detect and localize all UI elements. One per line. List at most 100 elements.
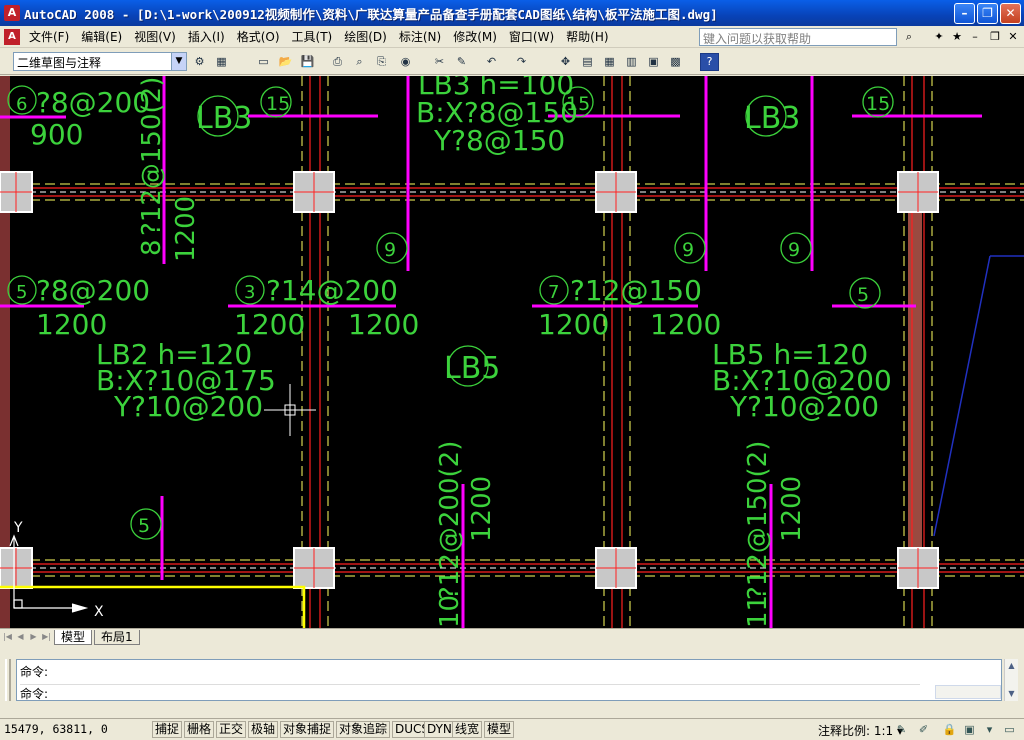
autoscale-icon[interactable]: ✐ xyxy=(916,722,931,737)
label-n9c: 9 xyxy=(788,239,800,261)
undo-icon[interactable]: ↶ xyxy=(482,53,501,71)
menu-edit[interactable]: 编辑(E) xyxy=(75,28,128,45)
gear-icon[interactable]: ⚙ xyxy=(190,53,209,71)
menu-window[interactable]: 窗口(W) xyxy=(503,28,560,45)
label-v8len: 1200 xyxy=(171,196,201,262)
toggle-polar[interactable]: 极轴 xyxy=(248,721,279,738)
close-icon[interactable]: ✕ xyxy=(1000,3,1021,24)
menu-file[interactable]: 文件(F) xyxy=(23,28,75,45)
toggle-ortho[interactable]: 正交 xyxy=(216,721,247,738)
help-search-input[interactable]: 键入问题以获取帮助 xyxy=(699,28,897,46)
coordinate-readout: 15479, 63811, 0 xyxy=(4,722,108,736)
toggle-dyn[interactable]: DYN xyxy=(424,721,455,738)
save-icon[interactable]: 💾 xyxy=(298,53,317,71)
publish-icon[interactable]: ⎘ xyxy=(372,53,391,71)
horizontal-scrollbar[interactable] xyxy=(935,685,1001,699)
toggle-snap[interactable]: 捕捉 xyxy=(152,721,183,738)
tab-layout1[interactable]: 布局1 xyxy=(94,630,140,645)
label-span900: 900 xyxy=(30,118,83,151)
doc-restore-icon[interactable]: ❐ xyxy=(986,29,1004,45)
autocad-app-icon[interactable]: A xyxy=(4,5,20,21)
command-line-1: 命令: xyxy=(20,665,49,679)
clean-screen-icon[interactable]: ▭ xyxy=(1002,722,1017,737)
new-icon[interactable]: ▭ xyxy=(254,53,273,71)
drawing-canvas[interactable]: 6 ?8@200 900 LB3 15 LB3 h=100 B:X?8@150 … xyxy=(0,76,1024,628)
communication-icon[interactable]: ✦ xyxy=(930,29,948,45)
label-v11len: 1200 xyxy=(777,476,807,542)
favorites-icon[interactable]: ★ xyxy=(948,29,966,45)
menu-insert[interactable]: 插入(I) xyxy=(182,28,231,45)
menu-format[interactable]: 格式(O) xyxy=(231,28,286,45)
label-lb3a: LB3 xyxy=(196,101,252,136)
minimize-icon[interactable]: – xyxy=(954,3,975,24)
chevron-down-icon[interactable]: ▼ xyxy=(171,53,186,70)
status-bar: 15479, 63811, 0 捕捉 栅格 正交 极轴 对象捕捉 对象追踪 DU… xyxy=(0,718,1024,740)
cut-icon[interactable]: ✂ xyxy=(430,53,449,71)
sheetset-icon[interactable]: ▣ xyxy=(644,53,663,71)
annotation-scale-label: 注释比例: xyxy=(818,724,871,738)
last-tab-icon[interactable]: ▶| xyxy=(41,630,52,643)
toggle-lineweight[interactable]: 线宽 xyxy=(452,721,483,738)
label-lb3b: LB3 xyxy=(744,101,800,136)
command-scrollbar[interactable]: ▲ ▼ xyxy=(1004,659,1018,701)
annotation-scale[interactable]: 注释比例: 1:1 ▾ xyxy=(818,722,903,739)
command-history[interactable]: 命令: 命令: xyxy=(16,659,1002,701)
label-len3b: 1200 xyxy=(348,308,419,341)
properties-icon[interactable]: ▤ xyxy=(578,53,597,71)
title-bar: A AutoCAD 2008 - [D:\1-work\200912视频制作\资… xyxy=(0,0,1024,26)
menu-tools[interactable]: 工具(T) xyxy=(286,28,339,45)
redo-icon[interactable]: ↷ xyxy=(512,53,531,71)
command-input[interactable]: 命令: xyxy=(20,684,920,702)
toolbar-icon[interactable]: ▦ xyxy=(212,53,231,71)
designcenter-icon[interactable]: ▦ xyxy=(600,53,619,71)
search-icon[interactable]: ⌕ xyxy=(900,29,918,45)
plot-icon[interactable]: ⎙ xyxy=(328,53,347,71)
scroll-up-icon[interactable]: ▲ xyxy=(1005,659,1018,673)
toggle-osnap[interactable]: 对象捕捉 xyxy=(280,721,335,738)
workspace-select[interactable]: 二维草图与注释 ▼ xyxy=(13,52,187,71)
tab-model[interactable]: 模型 xyxy=(54,630,93,645)
drawing-svg: 6 ?8@200 900 LB3 15 LB3 h=100 B:X?8@150 … xyxy=(0,76,1024,628)
label-v11rebar: ?12@150(2) xyxy=(743,441,773,600)
toolpalette-icon[interactable]: ▥ xyxy=(622,53,641,71)
first-tab-icon[interactable]: |◀ xyxy=(2,630,13,643)
label-n5a: 5 xyxy=(16,282,27,303)
layout-tabs-bar: |◀ ◀ ▶ ▶| 模型 布局1 xyxy=(0,628,1024,645)
blue-line xyxy=(933,255,991,537)
label-n6: 6 xyxy=(16,94,27,115)
preview-icon[interactable]: ⌕ xyxy=(350,53,369,71)
3d-icon[interactable]: ◉ xyxy=(396,53,415,71)
annotation-visibility-icon[interactable]: ✎ xyxy=(894,722,909,737)
wall-strip-left xyxy=(0,76,10,628)
status-tray-icon[interactable]: ▣ xyxy=(962,722,977,737)
label-rebar7: ?12@150 xyxy=(570,274,702,307)
menu-dimension[interactable]: 标注(N) xyxy=(393,28,447,45)
tray-menu-icon[interactable]: ▾ xyxy=(982,722,997,737)
restore-icon[interactable]: ❐ xyxy=(977,3,998,24)
prev-tab-icon[interactable]: ◀ xyxy=(15,630,26,643)
menu-help[interactable]: 帮助(H) xyxy=(560,28,614,45)
command-grip[interactable] xyxy=(5,659,11,701)
label-n15c: 15 xyxy=(866,93,890,115)
scroll-down-icon[interactable]: ▼ xyxy=(1005,687,1018,701)
toggle-model[interactable]: 模型 xyxy=(484,721,515,738)
calculator-icon[interactable]: ▩ xyxy=(666,53,685,71)
workspace-value: 二维草图与注释 xyxy=(17,56,102,70)
help-icon[interactable]: ? xyxy=(700,53,719,71)
label-n7: 7 xyxy=(548,282,559,303)
label-lb2y: Y?10@200 xyxy=(113,390,263,423)
doc-minimize-icon[interactable]: – xyxy=(966,29,984,45)
menu-view[interactable]: 视图(V) xyxy=(128,28,182,45)
next-tab-icon[interactable]: ▶ xyxy=(28,630,39,643)
document-icon[interactable]: A xyxy=(4,28,20,45)
menu-modify[interactable]: 修改(M) xyxy=(447,28,503,45)
pan-icon[interactable]: ✥ xyxy=(556,53,575,71)
matchprop-icon[interactable]: ✎ xyxy=(452,53,471,71)
label-lb5y: Y?10@200 xyxy=(729,390,879,423)
lock-icon[interactable]: 🔒 xyxy=(942,722,957,737)
toggle-otrack[interactable]: 对象追踪 xyxy=(336,721,391,738)
doc-close-icon[interactable]: ✕ xyxy=(1004,29,1022,45)
menu-draw[interactable]: 绘图(D) xyxy=(338,28,393,45)
toggle-grid[interactable]: 栅格 xyxy=(184,721,215,738)
open-icon[interactable]: 📂 xyxy=(276,53,295,71)
